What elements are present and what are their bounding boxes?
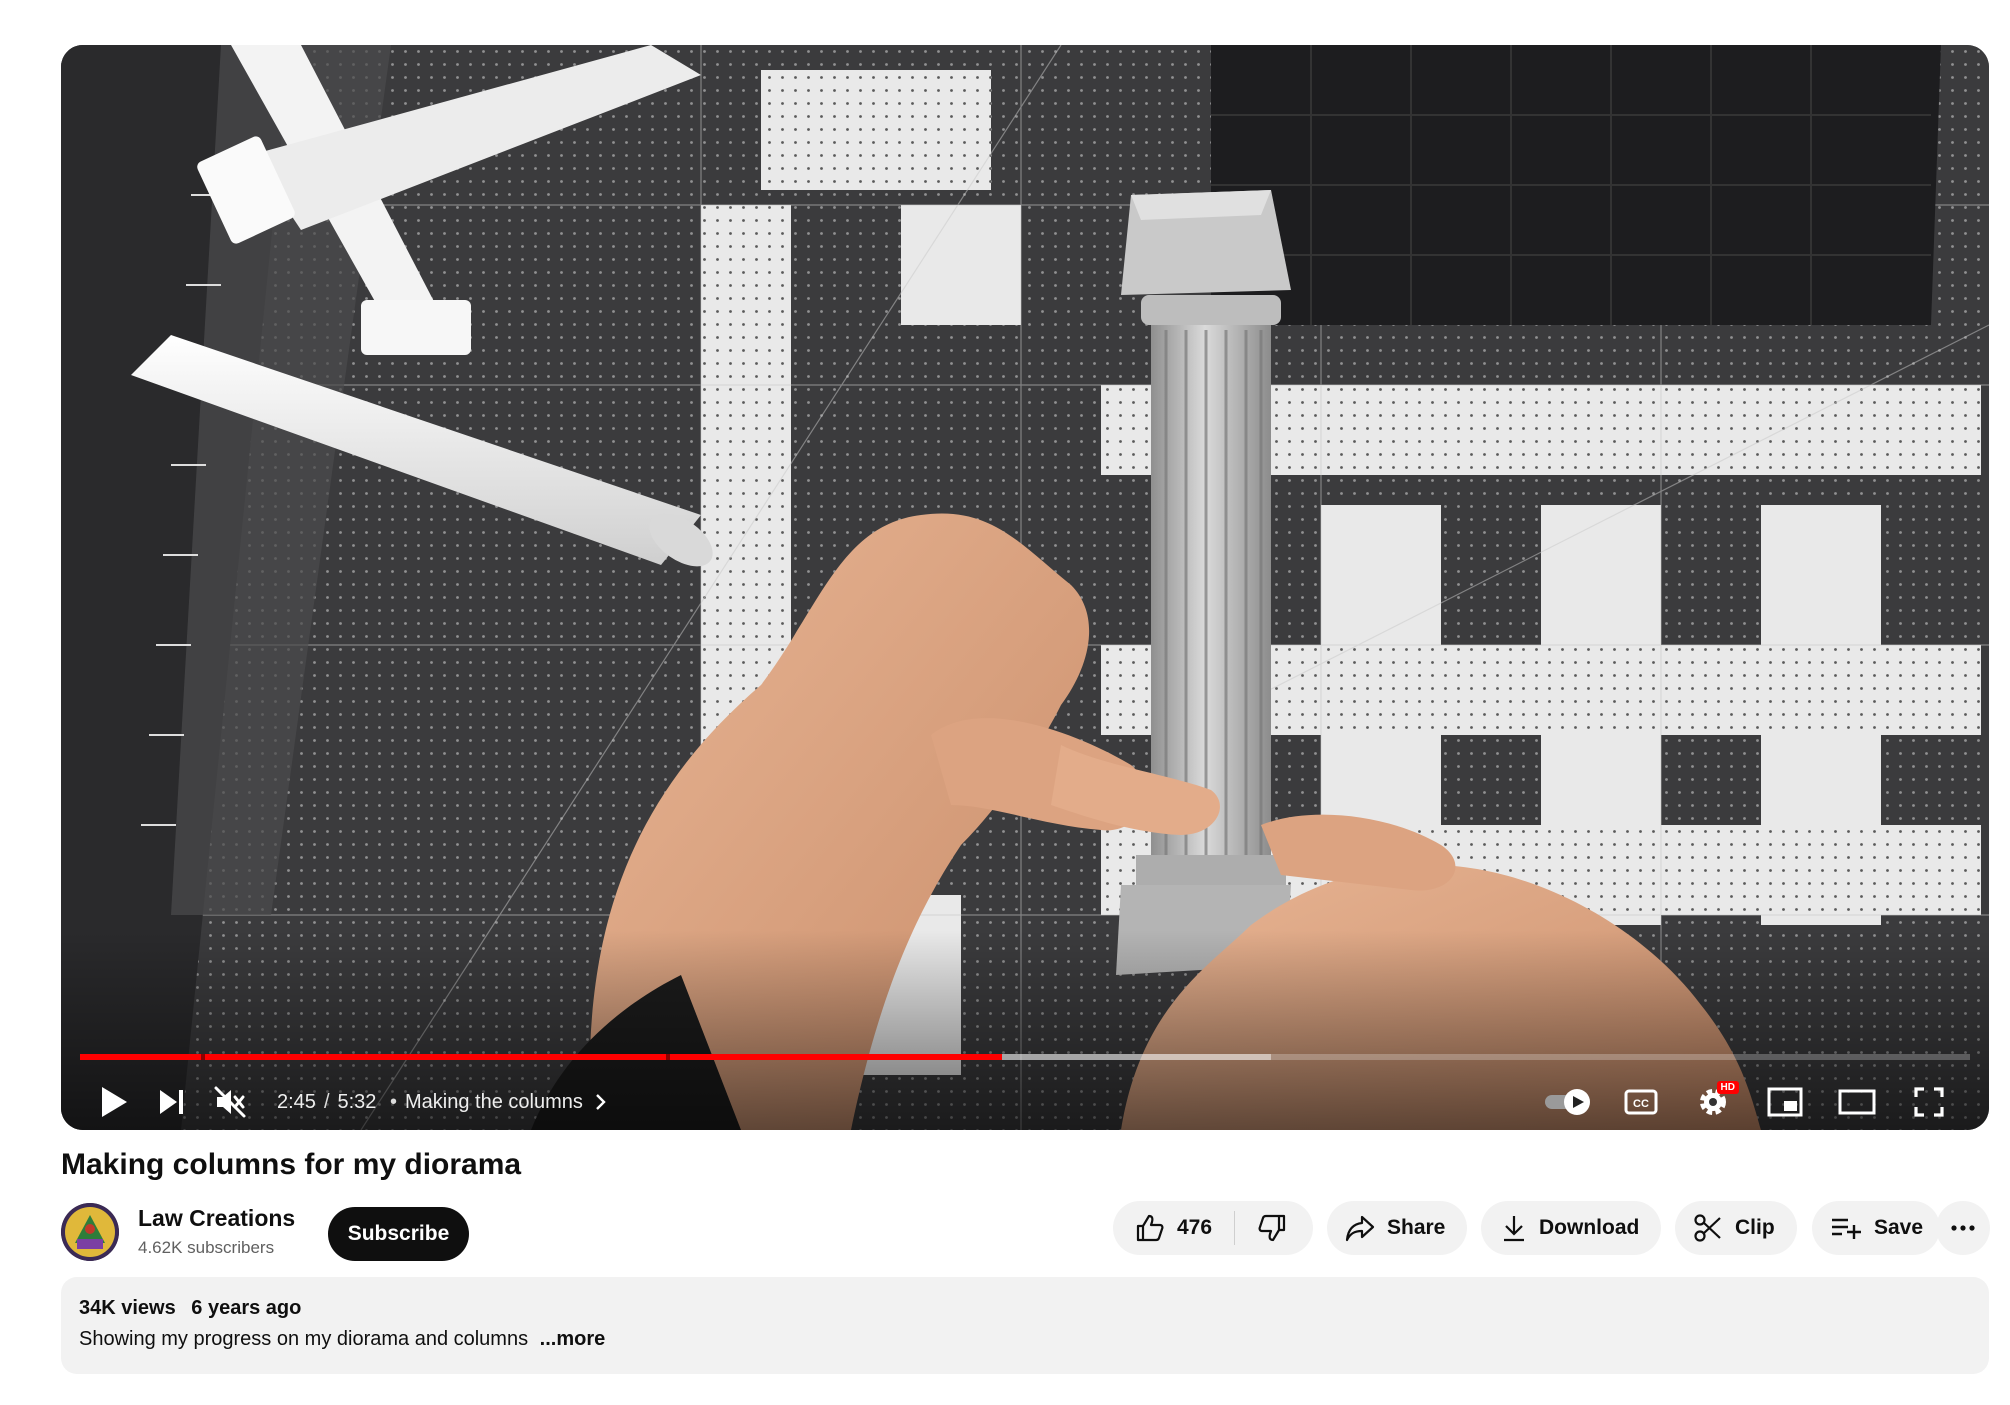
upload-age: 6 years ago [191, 1297, 302, 1319]
clip-label: Clip [1735, 1216, 1775, 1239]
theater-mode-icon [1838, 1089, 1876, 1115]
player-controls: 2:45 / 5:32 • Making the columns CC HD [61, 1075, 1989, 1129]
settings-button[interactable]: HD [1677, 1075, 1749, 1129]
next-button[interactable] [143, 1075, 201, 1129]
save-label: Save [1874, 1216, 1924, 1239]
video-title: Making columns for my diorama [61, 1148, 522, 1181]
share-button[interactable]: Share [1327, 1201, 1467, 1255]
next-icon [160, 1090, 183, 1114]
chapter-separator: • [390, 1090, 398, 1113]
like-button[interactable]: 476 [1113, 1201, 1234, 1255]
chapter-title-button[interactable]: Making the columns [405, 1091, 611, 1114]
scissors-icon [1693, 1213, 1723, 1243]
download-icon [1501, 1214, 1527, 1242]
mute-button[interactable] [201, 1075, 259, 1129]
chevron-right-icon [596, 1094, 606, 1110]
time-separator: / [323, 1090, 330, 1113]
current-time: 2:45 [277, 1090, 316, 1113]
svg-text:CC: CC [1633, 1098, 1649, 1110]
theater-mode-button[interactable] [1821, 1075, 1893, 1129]
add-to-playlist-icon [1830, 1215, 1862, 1241]
description-more-link[interactable]: ...more [540, 1328, 606, 1350]
like-dislike-group: 476 [1113, 1201, 1313, 1255]
description-box[interactable]: 34K views 6 years ago Showing my progres… [61, 1277, 1989, 1374]
share-arrow-icon [1345, 1214, 1375, 1242]
play-icon [102, 1087, 127, 1117]
more-actions-button[interactable] [1936, 1201, 1990, 1255]
chapter-marker [665, 1054, 670, 1060]
chapter-marker [200, 1054, 205, 1060]
description-meta: 34K views 6 years ago [79, 1297, 301, 1320]
fullscreen-icon [1914, 1087, 1944, 1117]
dislike-button[interactable] [1235, 1201, 1309, 1255]
share-label: Share [1387, 1216, 1446, 1239]
more-horizontal-icon [1950, 1224, 1976, 1232]
closed-captions-icon: CC [1624, 1089, 1658, 1115]
download-button[interactable]: Download [1481, 1201, 1661, 1255]
thumbs-up-icon [1135, 1213, 1165, 1243]
chapter-title: Making the columns [405, 1090, 583, 1113]
channel-name[interactable]: Law Creations [138, 1205, 295, 1232]
duration: 5:32 [337, 1090, 377, 1113]
clip-button[interactable]: Clip [1675, 1201, 1797, 1255]
progress-bar[interactable] [80, 1054, 1970, 1060]
subscriber-count: 4.62K subscribers [138, 1238, 275, 1257]
volume-muted-icon [214, 1086, 246, 1118]
subscribe-button[interactable]: Subscribe [328, 1207, 469, 1261]
autoplay-toggle[interactable] [1533, 1075, 1605, 1129]
quality-badge: HD [1716, 1081, 1739, 1094]
view-count: 34K views [79, 1297, 176, 1319]
play-button[interactable] [85, 1075, 143, 1129]
download-label: Download [1539, 1216, 1640, 1239]
miniplayer-button[interactable] [1749, 1075, 1821, 1129]
captions-button[interactable]: CC [1605, 1075, 1677, 1129]
description-text-row: Showing my progress on my diorama and co… [79, 1328, 605, 1351]
fullscreen-button[interactable] [1893, 1075, 1965, 1129]
thumbs-down-icon [1257, 1213, 1287, 1243]
video-player[interactable]: 2:45 / 5:32 • Making the columns CC HD [61, 45, 1989, 1130]
time-display: 2:45 / 5:32 • [277, 1091, 405, 1114]
like-count: 476 [1177, 1216, 1213, 1239]
autoplay-toggle-icon [1545, 1089, 1590, 1115]
description-text: Showing my progress on my diorama and co… [79, 1328, 529, 1350]
channel-logo [61, 1203, 119, 1261]
channel-avatar[interactable] [61, 1203, 119, 1261]
miniplayer-icon [1767, 1087, 1803, 1117]
save-button[interactable]: Save [1812, 1201, 1940, 1255]
progress-played [80, 1054, 1003, 1060]
